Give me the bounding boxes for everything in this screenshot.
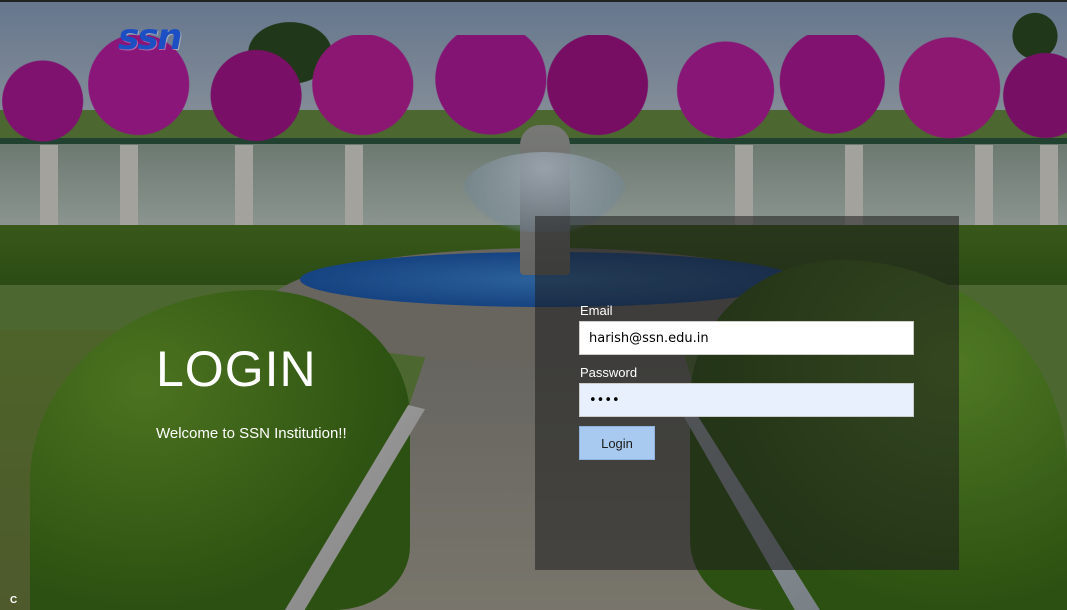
login-button[interactable]: Login	[579, 426, 655, 460]
ssn-logo: ssn	[118, 17, 183, 58]
welcome-message: Welcome to SSN Institution!!	[156, 425, 347, 442]
top-border	[0, 0, 1067, 2]
password-field[interactable]	[579, 383, 914, 417]
email-label: Email	[580, 303, 613, 318]
corner-label: C	[10, 595, 18, 606]
email-field[interactable]	[579, 321, 914, 355]
password-label: Password	[580, 365, 638, 380]
page-title: LOGIN	[156, 341, 317, 397]
